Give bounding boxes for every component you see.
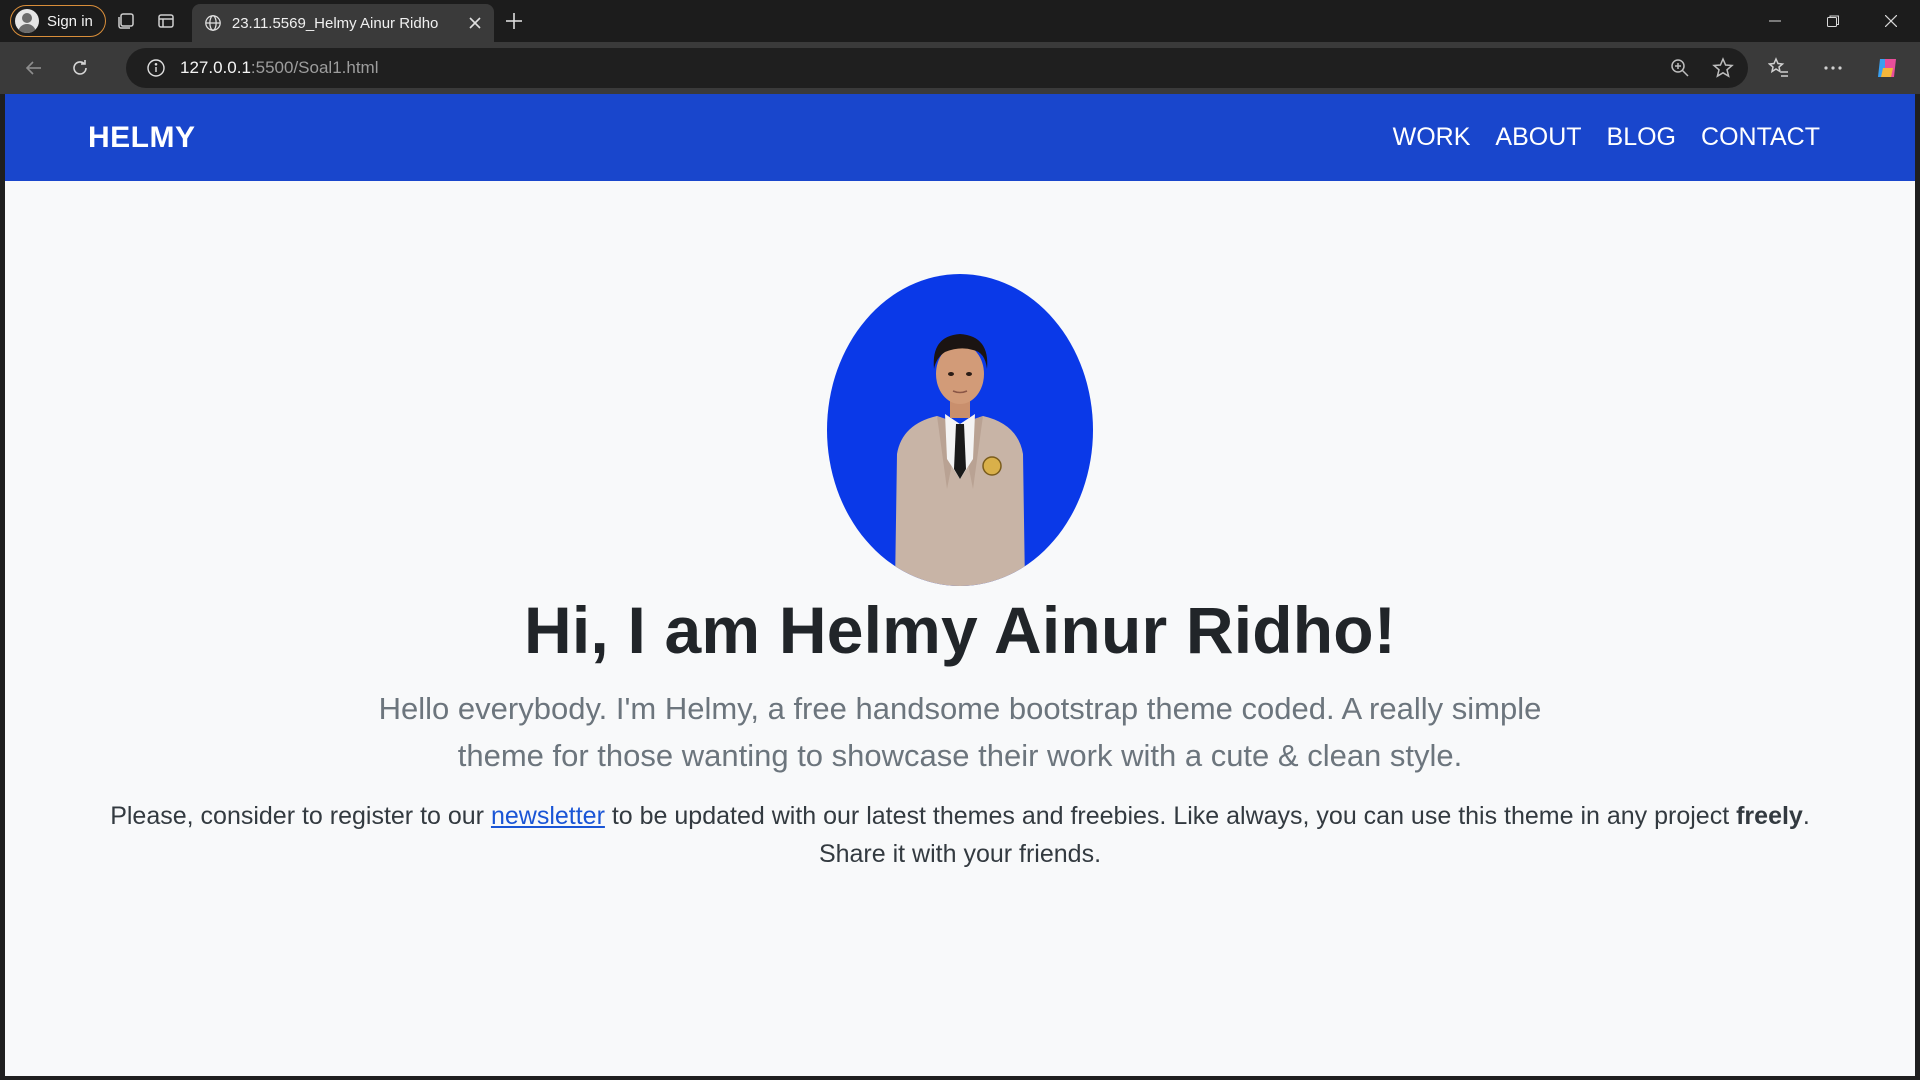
profile-avatar-icon: [15, 9, 39, 33]
favorites-button[interactable]: [1752, 42, 1806, 94]
close-window-button[interactable]: [1862, 0, 1920, 42]
nav-link-about[interactable]: ABOUT: [1495, 123, 1581, 152]
minimize-icon: [1769, 20, 1781, 22]
url-host: 127.0.0.1: [180, 58, 251, 77]
reload-icon: [73, 60, 87, 75]
restore-icon: [1827, 15, 1839, 27]
site-info-icon[interactable]: [146, 58, 166, 78]
hero-heading: Hi, I am Helmy Ainur Ridho!: [523, 593, 1397, 667]
body-text-middle: to be updated with our latest themes and…: [604, 802, 1737, 830]
url-path: :5500/Soal1.html: [250, 58, 379, 77]
site-nav-links: WORK ABOUT BLOG CONTACT: [1393, 123, 1820, 152]
page-viewport: HELMY WORK ABOUT BLOG CONTACT Hi, I am H…: [5, 94, 1915, 1076]
tab-title: 23.11.5569_Helmy Ainur Ridho: [231, 14, 439, 32]
newsletter-link[interactable]: newsletter: [491, 802, 605, 830]
back-button[interactable]: [12, 46, 56, 90]
more-options-button[interactable]: [1806, 42, 1860, 94]
site-navbar: HELMY WORK ABOUT BLOG CONTACT: [5, 94, 1915, 181]
copilot-icon: [1878, 59, 1896, 77]
nav-link-blog[interactable]: BLOG: [1607, 123, 1676, 152]
profile-photo: [827, 274, 1093, 586]
body-text-before: Please, consider to register to our: [110, 802, 491, 830]
browser-tab-bar: Sign in 23.11.5569_Helmy Ainur Ridho: [0, 0, 1920, 42]
favorites-list-icon: [1768, 57, 1788, 77]
body-text-bold: freely: [1736, 802, 1803, 830]
restore-button[interactable]: [1804, 0, 1862, 42]
sign-in-label: Sign in: [47, 12, 93, 30]
close-icon: [1885, 15, 1897, 27]
reload-button[interactable]: [58, 46, 102, 90]
zoom-icon[interactable]: [1670, 58, 1690, 78]
url-input[interactable]: 127.0.0.1:5500/Soal1.html: [126, 48, 1748, 88]
plus-icon: [505, 13, 522, 29]
hero-body: Please, consider to register to our news…: [100, 797, 1820, 873]
close-tab-icon[interactable]: [468, 16, 482, 30]
workspaces-icon[interactable]: [106, 1, 146, 41]
sign-in-button[interactable]: Sign in: [10, 5, 106, 37]
active-tab[interactable]: 23.11.5569_Helmy Ainur Ridho: [191, 4, 494, 42]
new-tab-button[interactable]: [494, 1, 534, 41]
favorite-star-icon[interactable]: [1712, 57, 1734, 79]
ellipsis-icon: [1824, 66, 1842, 70]
nav-link-work[interactable]: WORK: [1393, 123, 1471, 152]
site-brand[interactable]: HELMY: [88, 121, 196, 155]
copilot-button[interactable]: [1860, 42, 1914, 94]
address-toolbar: 127.0.0.1:5500/Soal1.html: [0, 42, 1920, 94]
hero-section: Hi, I am Helmy Ainur Ridho! Hello everyb…: [5, 274, 1915, 873]
globe-icon: [205, 15, 221, 31]
back-arrow-icon: [25, 61, 41, 75]
nav-link-contact[interactable]: CONTACT: [1701, 123, 1820, 152]
hero-lead: Hello everybody. I'm Helmy, a free hands…: [378, 691, 1542, 773]
tab-actions-icon[interactable]: [146, 1, 186, 41]
minimize-button[interactable]: [1746, 0, 1804, 42]
